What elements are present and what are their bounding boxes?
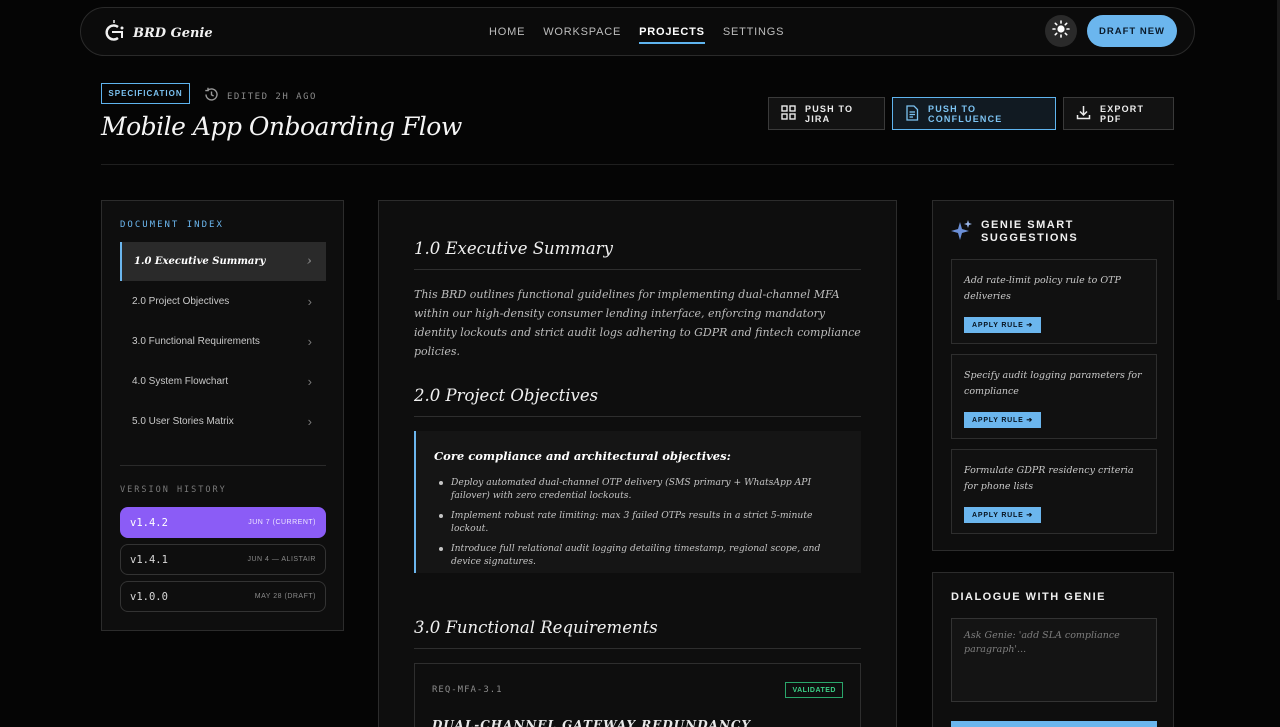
requirement-title: DUAL-CHANNEL GATEWAY REDUNDANCY bbox=[432, 718, 752, 727]
history-icon bbox=[203, 86, 220, 108]
suggestion-text: Formulate GDPR residency criteria for ph… bbox=[964, 465, 1134, 492]
section-title-functional-requirements: 3.0 Functional Requirements bbox=[414, 618, 658, 637]
document-icon bbox=[905, 104, 919, 123]
export-pdf-label: EXPORT PDF bbox=[1100, 103, 1145, 124]
push-to-confluence-button[interactable]: PUSH TO CONFLUENCE bbox=[892, 97, 1056, 130]
apply-rule-button[interactable]: APPLY RULE ➔ bbox=[964, 507, 1041, 523]
section-divider bbox=[414, 269, 861, 270]
genie-lamp-icon bbox=[103, 19, 125, 48]
theme-toggle-button[interactable] bbox=[1045, 15, 1077, 47]
index-item-label: 2.0 Project Objectives bbox=[132, 296, 230, 307]
status-badge: VALIDATED bbox=[785, 682, 843, 698]
section-title-project-objectives: 2.0 Project Objectives bbox=[414, 386, 599, 405]
suggestion-card: Specify audit logging parameters for com… bbox=[951, 354, 1157, 439]
index-item-label: 5.0 User Stories Matrix bbox=[132, 416, 234, 427]
index-item-label: 3.0 Functional Requirements bbox=[132, 336, 260, 347]
top-navigation: BRD Genie HOME WORKSPACE PROJECTS SETTIN… bbox=[80, 7, 1195, 56]
header-divider bbox=[101, 164, 1174, 165]
download-icon bbox=[1076, 105, 1091, 122]
chevron-right-icon: › bbox=[307, 374, 312, 389]
chevron-right-icon: › bbox=[307, 414, 312, 429]
draft-new-button[interactable]: DRAFT NEW bbox=[1087, 15, 1177, 47]
index-item-functional-requirements[interactable]: 3.0 Functional Requirements › bbox=[120, 322, 326, 361]
version-date: MAY 28 (DRAFT) bbox=[254, 593, 316, 600]
document-index-panel: DOCUMENT INDEX 1.0 Executive Summary › 2… bbox=[101, 200, 344, 631]
version-number: v1.4.1 bbox=[130, 553, 168, 566]
export-pdf-button[interactable]: EXPORT PDF bbox=[1063, 97, 1174, 130]
chevron-right-icon: › bbox=[307, 294, 312, 309]
document-content: 1.0 Executive Summary This BRD outlines … bbox=[378, 200, 897, 727]
objectives-callout: Core compliance and architectural object… bbox=[414, 431, 861, 573]
sidebar-divider bbox=[120, 465, 326, 466]
version-item-current[interactable]: v1.4.2 JUN 7 (CURRENT) bbox=[120, 507, 326, 538]
chevron-right-icon: › bbox=[307, 334, 312, 349]
edited-status: EDITED 2H AGO bbox=[203, 86, 317, 108]
push-to-jira-button[interactable]: PUSH TO JIRA bbox=[768, 97, 885, 130]
nav-projects[interactable]: PROJECTS bbox=[639, 22, 705, 44]
brand[interactable]: BRD Genie bbox=[103, 19, 213, 48]
push-to-confluence-label: PUSH TO CONFLUENCE bbox=[928, 103, 1003, 124]
version-item[interactable]: v1.4.1 JUN 4 — ALISTAIR bbox=[120, 544, 326, 575]
nav-home[interactable]: HOME bbox=[489, 22, 525, 42]
chevron-right-icon: › bbox=[306, 254, 312, 269]
objective-item: Implement robust rate limiting: max 3 fa… bbox=[434, 509, 843, 535]
version-history-heading: VERSION HISTORY bbox=[120, 485, 227, 495]
version-item[interactable]: v1.0.0 MAY 28 (DRAFT) bbox=[120, 581, 326, 612]
index-item-label: 4.0 System Flowchart bbox=[132, 376, 229, 387]
suggestion-card: Add rate-limit policy rule to OTP delive… bbox=[951, 259, 1157, 344]
smart-suggestions-panel: GENIE SMART SUGGESTIONS Add rate-limit p… bbox=[932, 200, 1174, 551]
document-index-heading: DOCUMENT INDEX bbox=[120, 220, 224, 230]
brand-name: BRD Genie bbox=[133, 26, 213, 41]
requirement-card[interactable]: REQ-MFA-3.1 VALIDATED DUAL-CHANNEL GATEW… bbox=[414, 663, 861, 727]
dialogue-panel: DIALOGUE WITH GENIE Ask Genie: 'add SLA … bbox=[932, 572, 1174, 727]
section-title-executive-summary: 1.0 Executive Summary bbox=[414, 239, 613, 258]
suggestion-text: Add rate-limit policy rule to OTP delive… bbox=[964, 275, 1121, 302]
requirement-id: REQ-MFA-3.1 bbox=[432, 685, 503, 695]
section-divider bbox=[414, 416, 861, 417]
suggestions-title: GENIE SMART SUGGESTIONS bbox=[981, 219, 1079, 244]
ask-genie-input[interactable]: Ask Genie: 'add SLA compliance paragraph… bbox=[951, 618, 1157, 702]
version-number: v1.0.0 bbox=[130, 590, 168, 603]
index-item-user-stories-matrix[interactable]: 5.0 User Stories Matrix › bbox=[120, 402, 326, 441]
objective-item: Introduce full relational audit logging … bbox=[434, 542, 843, 568]
objective-item: Deploy automated dual-channel OTP delive… bbox=[434, 476, 843, 502]
section-divider bbox=[414, 648, 861, 649]
grid-icon bbox=[781, 105, 796, 122]
push-to-jira-label: PUSH TO JIRA bbox=[805, 103, 854, 124]
send-button[interactable] bbox=[951, 721, 1157, 727]
index-item-label: 1.0 Executive Summary bbox=[134, 256, 266, 267]
suggestion-text: Specify audit logging parameters for com… bbox=[964, 370, 1142, 397]
index-item-project-objectives[interactable]: 2.0 Project Objectives › bbox=[120, 282, 326, 321]
executive-summary-text: This BRD outlines functional guidelines … bbox=[414, 288, 861, 358]
nav-workspace[interactable]: WORKSPACE bbox=[543, 22, 621, 42]
index-item-system-flowchart[interactable]: 4.0 System Flowchart › bbox=[120, 362, 326, 401]
version-number: v1.4.2 bbox=[130, 516, 168, 529]
apply-rule-button[interactable]: APPLY RULE ➔ bbox=[964, 317, 1041, 333]
sparkle-icon bbox=[951, 219, 973, 246]
edited-timestamp: EDITED 2H AGO bbox=[227, 92, 317, 102]
nav-settings[interactable]: SETTINGS bbox=[723, 22, 784, 42]
dialogue-title: DIALOGUE WITH GENIE bbox=[951, 591, 1106, 603]
apply-rule-button[interactable]: APPLY RULE ➔ bbox=[964, 412, 1041, 428]
objectives-list: Deploy automated dual-channel OTP delive… bbox=[434, 476, 843, 568]
version-date: JUN 4 — ALISTAIR bbox=[247, 556, 316, 563]
sun-icon bbox=[1052, 19, 1070, 43]
suggestions-header: GENIE SMART SUGGESTIONS bbox=[951, 219, 1091, 246]
nav-links: HOME WORKSPACE PROJECTS SETTINGS bbox=[489, 8, 784, 55]
suggestion-card: Formulate GDPR residency criteria for ph… bbox=[951, 449, 1157, 534]
callout-title: Core compliance and architectural object… bbox=[434, 449, 731, 463]
version-date: JUN 7 (CURRENT) bbox=[248, 519, 316, 526]
specification-badge: SPECIFICATION bbox=[101, 83, 190, 104]
index-item-executive-summary[interactable]: 1.0 Executive Summary › bbox=[120, 242, 326, 281]
page-title: Mobile App Onboarding Flow bbox=[101, 112, 462, 141]
